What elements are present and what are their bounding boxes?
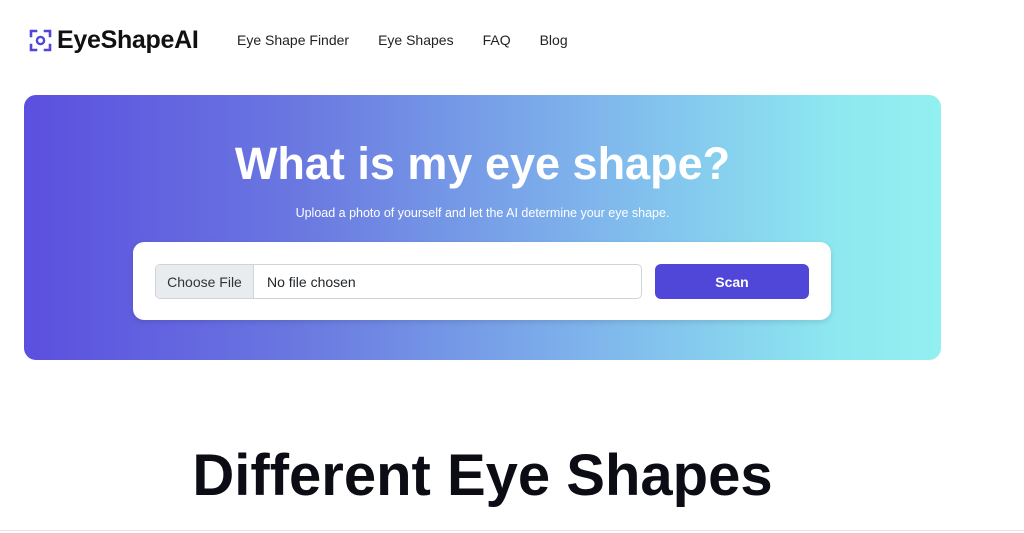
upload-card: Choose File No file chosen Scan [133, 242, 831, 320]
section-heading: Different Eye Shapes [192, 443, 773, 508]
site-header: EyeShapeAI Eye Shape Finder Eye Shapes F… [0, 0, 1024, 80]
nav-item-eye-shapes[interactable]: Eye Shapes [378, 30, 454, 50]
hero-title: What is my eye shape? [234, 138, 731, 189]
nav-item-faq[interactable]: FAQ [483, 30, 511, 50]
page: EyeShapeAI Eye Shape Finder Eye Shapes F… [0, 0, 1024, 533]
main-nav: Eye Shape Finder Eye Shapes FAQ Blog [237, 30, 597, 50]
brand-logo-link[interactable]: EyeShapeAI [29, 24, 199, 56]
divider [0, 530, 1024, 531]
nav-item-eye-shape-finder[interactable]: Eye Shape Finder [237, 30, 349, 50]
file-input[interactable]: Choose File No file chosen [155, 264, 642, 299]
scan-button[interactable]: Scan [655, 264, 809, 299]
choose-file-button[interactable]: Choose File [156, 265, 254, 298]
nav-item-blog[interactable]: Blog [540, 30, 568, 50]
brand-name: EyeShapeAI [57, 26, 199, 54]
file-status-text: No file chosen [267, 273, 356, 290]
eye-scan-icon [29, 29, 52, 52]
hero-subtitle: Upload a photo of yourself and let the A… [295, 206, 670, 220]
hero-banner [24, 95, 941, 360]
